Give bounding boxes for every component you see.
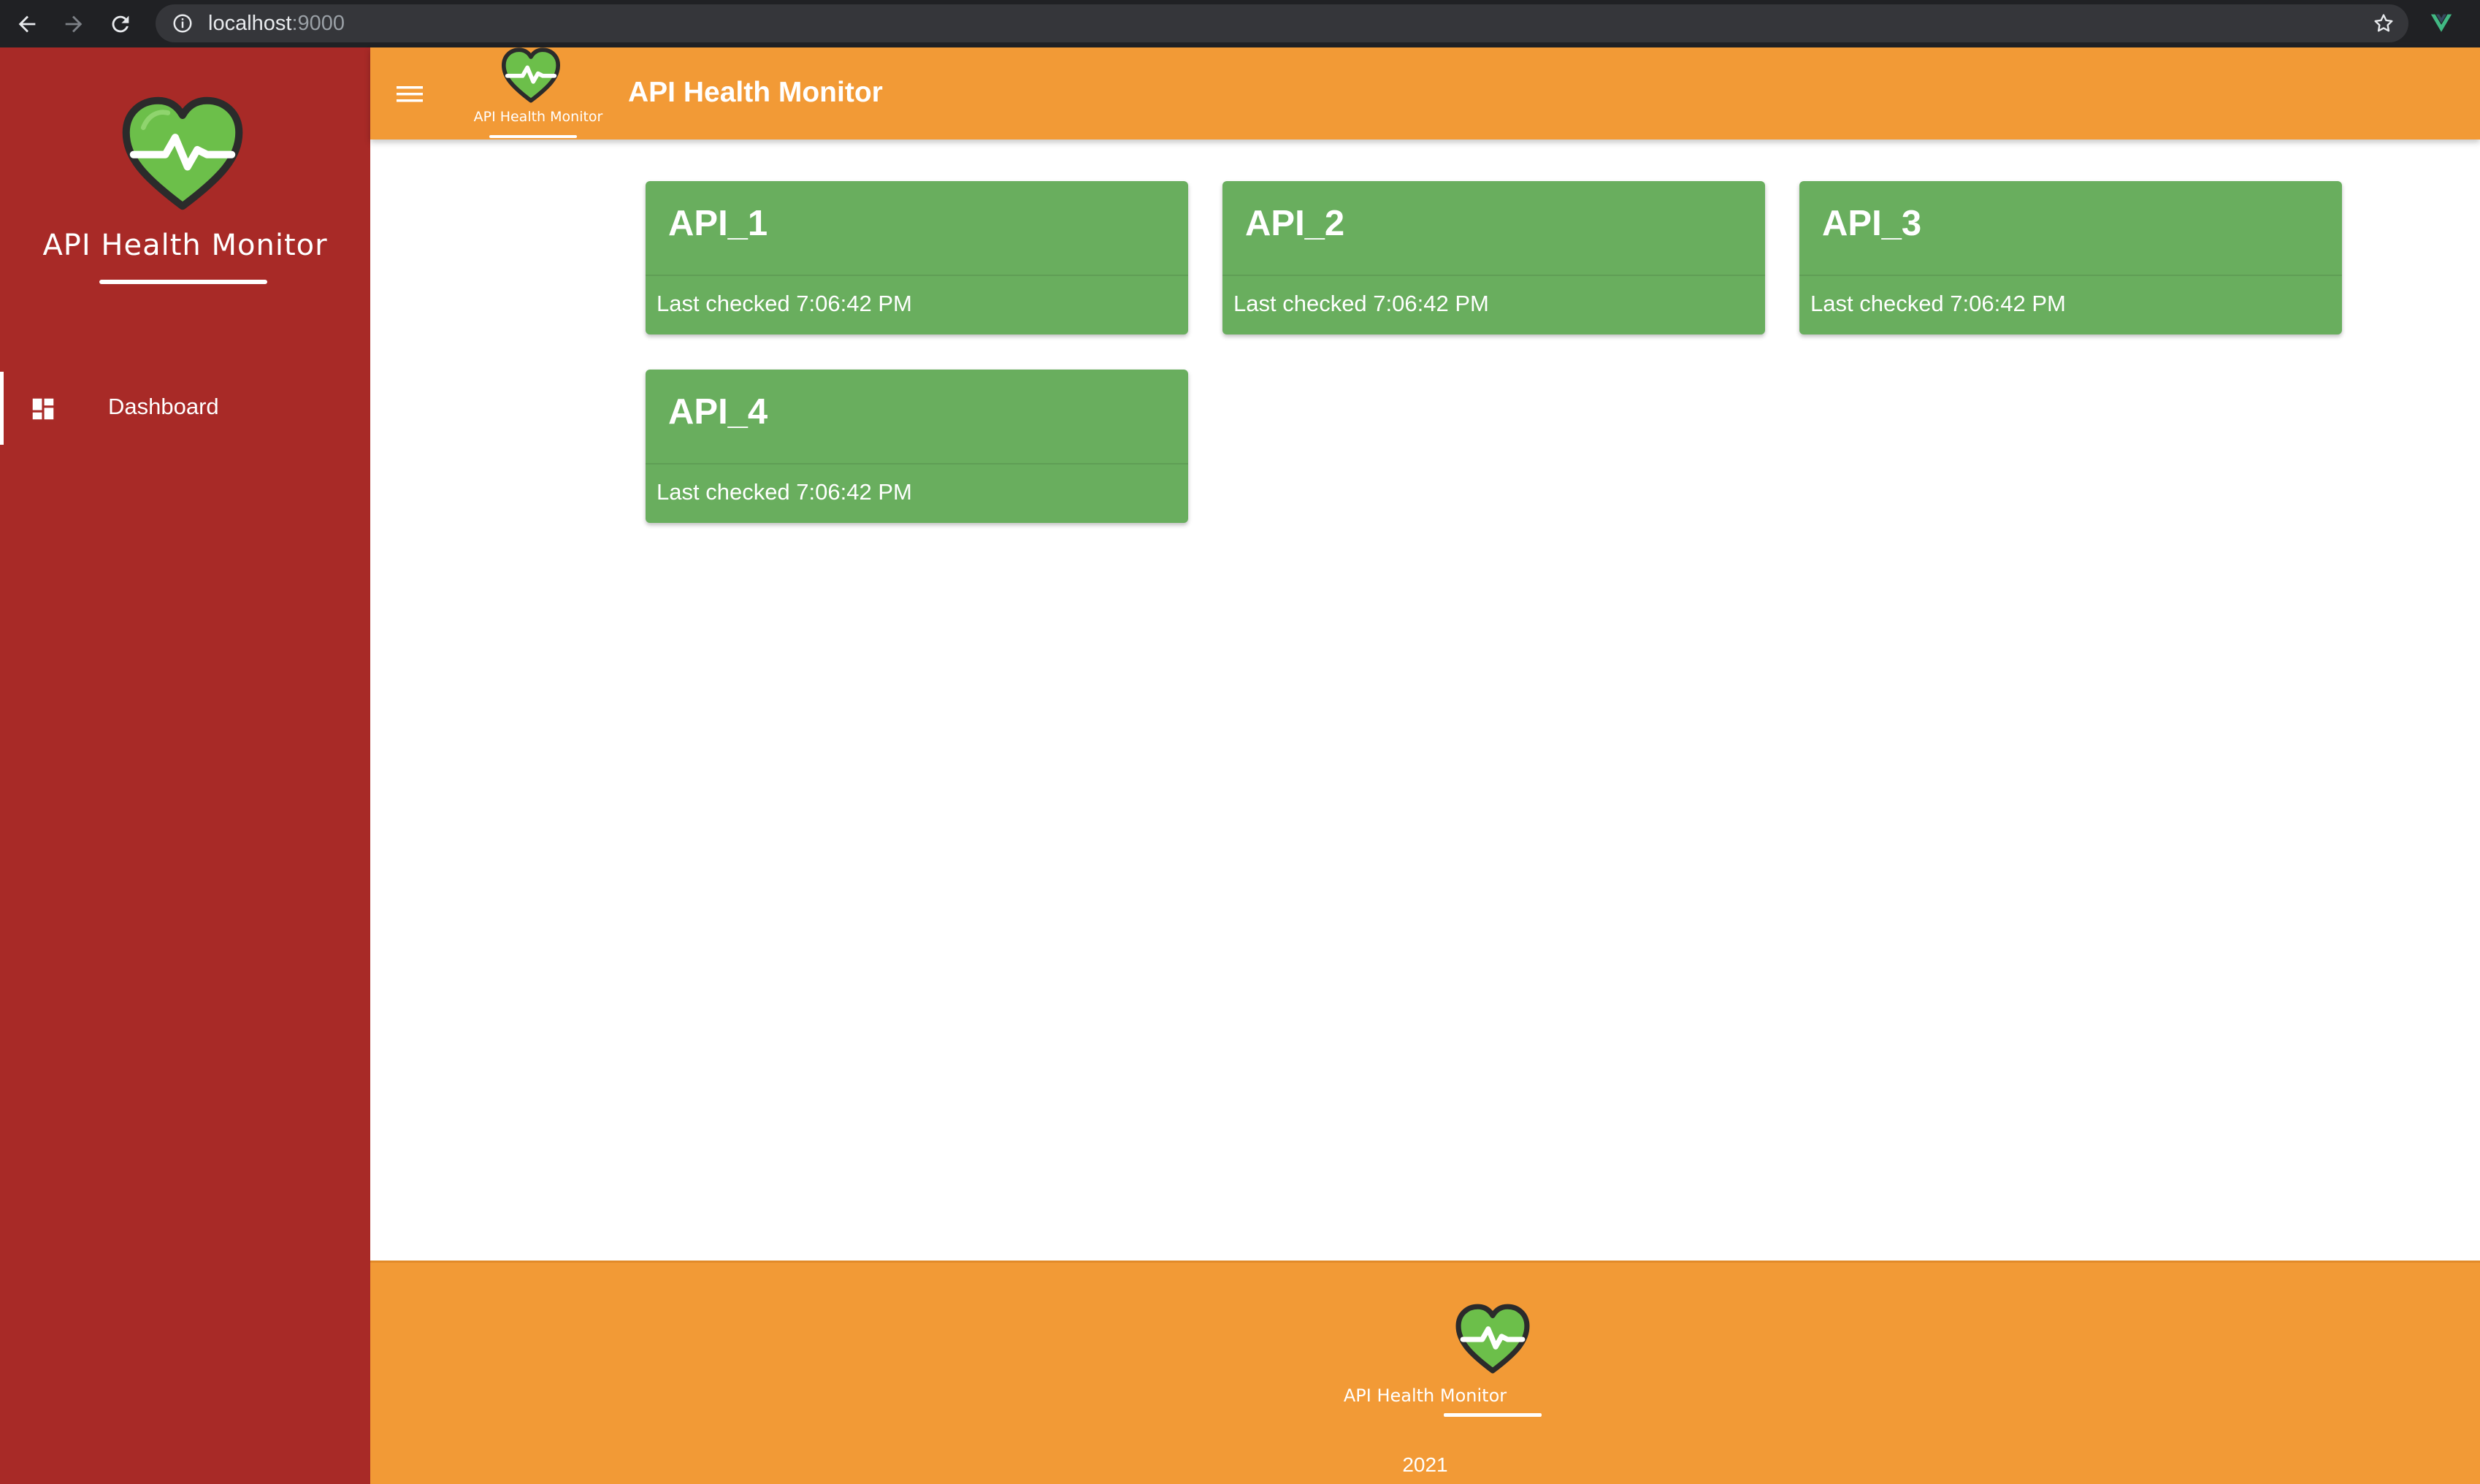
sidebar-item-dashboard[interactable]: Dashboard	[0, 372, 370, 445]
url-host: localhost	[208, 11, 292, 35]
menu-icon[interactable]	[395, 83, 424, 106]
last-checked-text: Last checked 7:06:42 PM	[1810, 291, 2066, 316]
browser-toolbar: localhost:9000	[0, 0, 2480, 47]
url-port: :9000	[291, 11, 345, 35]
footer: API Health Monitor 2021	[370, 1261, 2480, 1484]
last-checked-text: Last checked 7:06:42 PM	[1233, 291, 1489, 316]
page-title: API Health Monitor	[628, 77, 883, 108]
footer-brand-underline	[1444, 1413, 1542, 1417]
api-name: API_1	[668, 204, 768, 243]
last-checked-text: Last checked 7:06:42 PM	[657, 479, 912, 505]
top-app-bar: API Health Monitor API Health Monitor	[370, 47, 2480, 139]
reload-button[interactable]	[104, 7, 137, 41]
dashboard-icon	[32, 398, 54, 420]
back-arrow-icon	[18, 15, 36, 32]
back-button[interactable]	[10, 7, 44, 41]
heart-monitor-logo-icon[interactable]	[500, 47, 562, 103]
card-divider	[646, 463, 1188, 464]
info-icon	[173, 14, 192, 33]
heart-monitor-logo-icon	[122, 96, 243, 210]
main-content: API_1 Last checked 7:06:42 PM API_2 Last…	[370, 139, 2480, 1261]
api-status-card[interactable]: API_4 Last checked 7:06:42 PM	[646, 370, 1188, 523]
api-status-card[interactable]: API_1 Last checked 7:06:42 PM	[646, 181, 1188, 334]
heart-monitor-logo-icon	[1455, 1304, 1530, 1374]
card-divider	[1222, 275, 1765, 276]
api-name: API_3	[1822, 204, 1922, 243]
api-name: API_2	[1245, 204, 1345, 243]
vue-devtools-icon	[2430, 14, 2452, 32]
sidebar-brand-underline	[99, 280, 267, 284]
api-name: API_4	[668, 392, 768, 432]
reload-icon	[112, 15, 129, 32]
footer-year: 2021	[1402, 1453, 1448, 1476]
forward-arrow-icon	[65, 15, 83, 32]
forward-button[interactable]	[57, 7, 91, 41]
sidebar-brand-title: API Health Monitor	[42, 229, 328, 262]
sidebar: API Health Monitor Dashboard	[0, 47, 370, 1484]
active-indicator	[0, 372, 4, 445]
api-status-card[interactable]: API_3 Last checked 7:06:42 PM	[1799, 181, 2342, 334]
last-checked-text: Last checked 7:06:42 PM	[657, 291, 912, 316]
card-divider	[1799, 275, 2342, 276]
footer-brand-title: API Health Monitor	[1343, 1385, 1507, 1406]
api-status-card[interactable]: API_2 Last checked 7:06:42 PM	[1222, 181, 1765, 334]
url-text: localhost:9000	[208, 12, 345, 36]
vue-devtools-button[interactable]	[2424, 6, 2458, 39]
card-divider	[646, 275, 1188, 276]
sidebar-item-label: Dashboard	[108, 394, 219, 419]
address-bar[interactable]: localhost:9000	[156, 4, 2408, 42]
appbar-logo-underline	[489, 135, 577, 138]
appbar-logo-text: API Health Monitor	[473, 109, 603, 125]
star-icon[interactable]	[2372, 12, 2395, 35]
